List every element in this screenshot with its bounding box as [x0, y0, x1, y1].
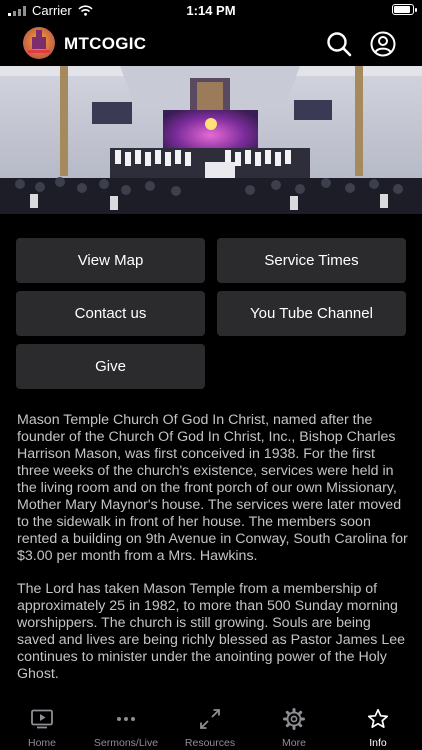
church-logo [23, 27, 55, 59]
status-time: 1:14 PM [186, 3, 236, 18]
tab-label: Info [369, 737, 387, 749]
expand-arrows-icon [200, 709, 220, 729]
tab-more[interactable]: More [252, 703, 336, 750]
tab-label: More [282, 737, 306, 749]
tab-resources[interactable]: Resources [168, 703, 252, 750]
app-title: MTCOGIC [64, 34, 147, 53]
tab-label: Home [27, 737, 56, 749]
status-bar: Carrier 1:14 PM [0, 0, 422, 22]
sanctuary-illustration [0, 66, 422, 214]
tv-play-icon [31, 709, 53, 729]
account-icon[interactable] [369, 30, 397, 58]
battery-icon [392, 4, 417, 15]
search-icon[interactable] [325, 30, 353, 58]
gear-icon [283, 708, 305, 730]
star-icon [367, 708, 389, 728]
tab-label: Sermons/Live [93, 737, 159, 749]
tab-info[interactable]: Info [336, 703, 420, 750]
church-sanctuary-photo [0, 66, 422, 214]
history-paragraph: The Lord has taken Mason Temple from a m… [17, 581, 406, 682]
more-dots-icon [117, 717, 135, 721]
service-times-button[interactable]: Service Times [217, 238, 406, 283]
tab-label: Resources [184, 737, 236, 749]
tab-sermons-live[interactable]: Sermons/Live [84, 703, 168, 750]
tab-home[interactable]: Home [0, 703, 84, 750]
youtube-channel-button[interactable]: You Tube Channel [217, 291, 406, 336]
history-paragraph: Mason Temple Church Of God In Christ, na… [17, 412, 408, 564]
contact-us-button[interactable]: Contact us [16, 291, 205, 336]
give-button[interactable]: Give [16, 344, 205, 389]
tab-bar: Home Sermons/Live Resources More Info [0, 703, 422, 750]
church-history: Mason Temple Church Of God In Christ, na… [17, 412, 409, 699]
app-header: MTCOGIC [0, 22, 422, 66]
view-map-button[interactable]: View Map [16, 238, 205, 283]
